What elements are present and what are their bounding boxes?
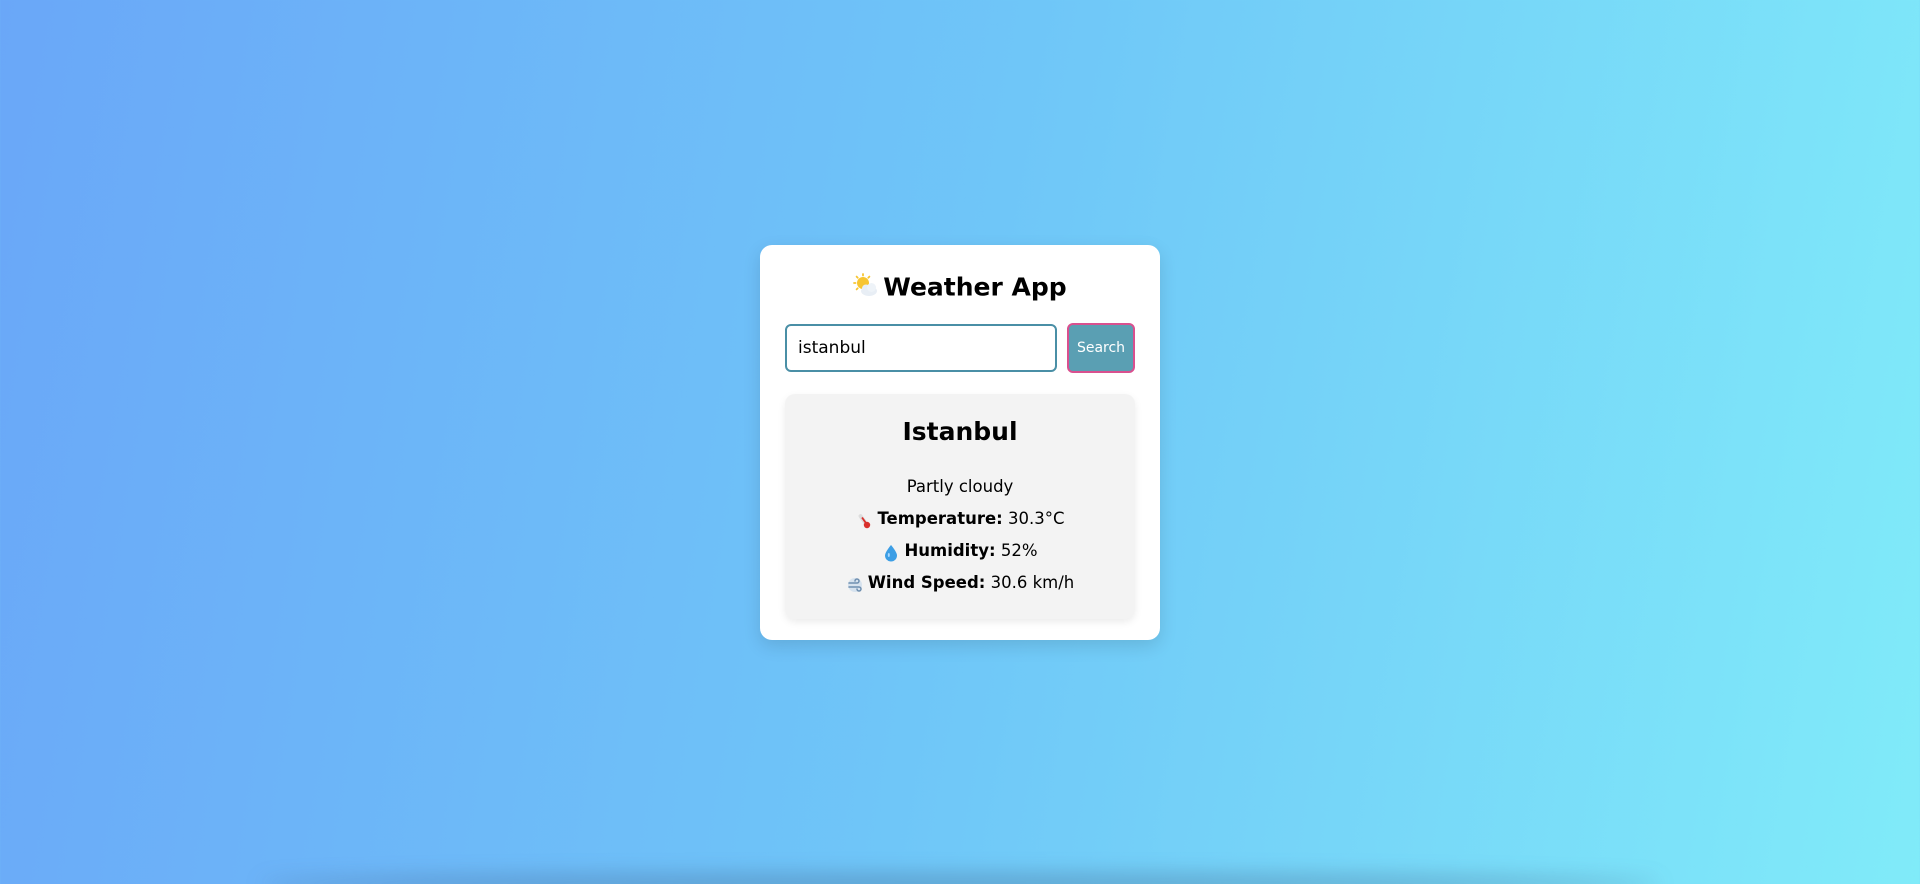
sun-behind-cloud-icon [853, 272, 879, 299]
humidity-row: Humidity: 52% [785, 535, 1135, 567]
temperature-value: 30.3°C [1008, 509, 1065, 528]
weather-condition: Partly cloudy [906, 477, 1014, 496]
wind-icon [846, 573, 864, 592]
droplet-icon [882, 541, 900, 561]
bottom-shadow [260, 874, 1660, 884]
temperature-row: Temperature: 30.3°C [785, 503, 1135, 535]
search-bar: Search [785, 323, 1135, 373]
city-search-input[interactable] [785, 324, 1057, 372]
temperature-label: Temperature: [877, 509, 1003, 528]
wind-speed-row: Wind Speed: 30.6 km/h [785, 567, 1135, 599]
humidity-value: 52% [1000, 541, 1038, 560]
city-name: Istanbul [902, 417, 1018, 446]
humidity-label: Humidity: [904, 541, 996, 560]
app-title: Weather App [883, 272, 1067, 302]
page-background: { "app": { "title": "Weather App", "titl… [0, 0, 1920, 884]
weather-result: Istanbul Partly cloudy Temperature: 30.3… [785, 394, 1135, 619]
thermometer-icon [855, 509, 873, 528]
wind-speed-value: 30.6 km/h [990, 573, 1075, 592]
weather-card: Weather App Search Istanbul Partly cloud… [760, 245, 1160, 640]
app-header: Weather App [785, 269, 1135, 305]
search-button[interactable]: Search [1067, 323, 1135, 373]
wind-speed-label: Wind Speed: [867, 573, 986, 592]
